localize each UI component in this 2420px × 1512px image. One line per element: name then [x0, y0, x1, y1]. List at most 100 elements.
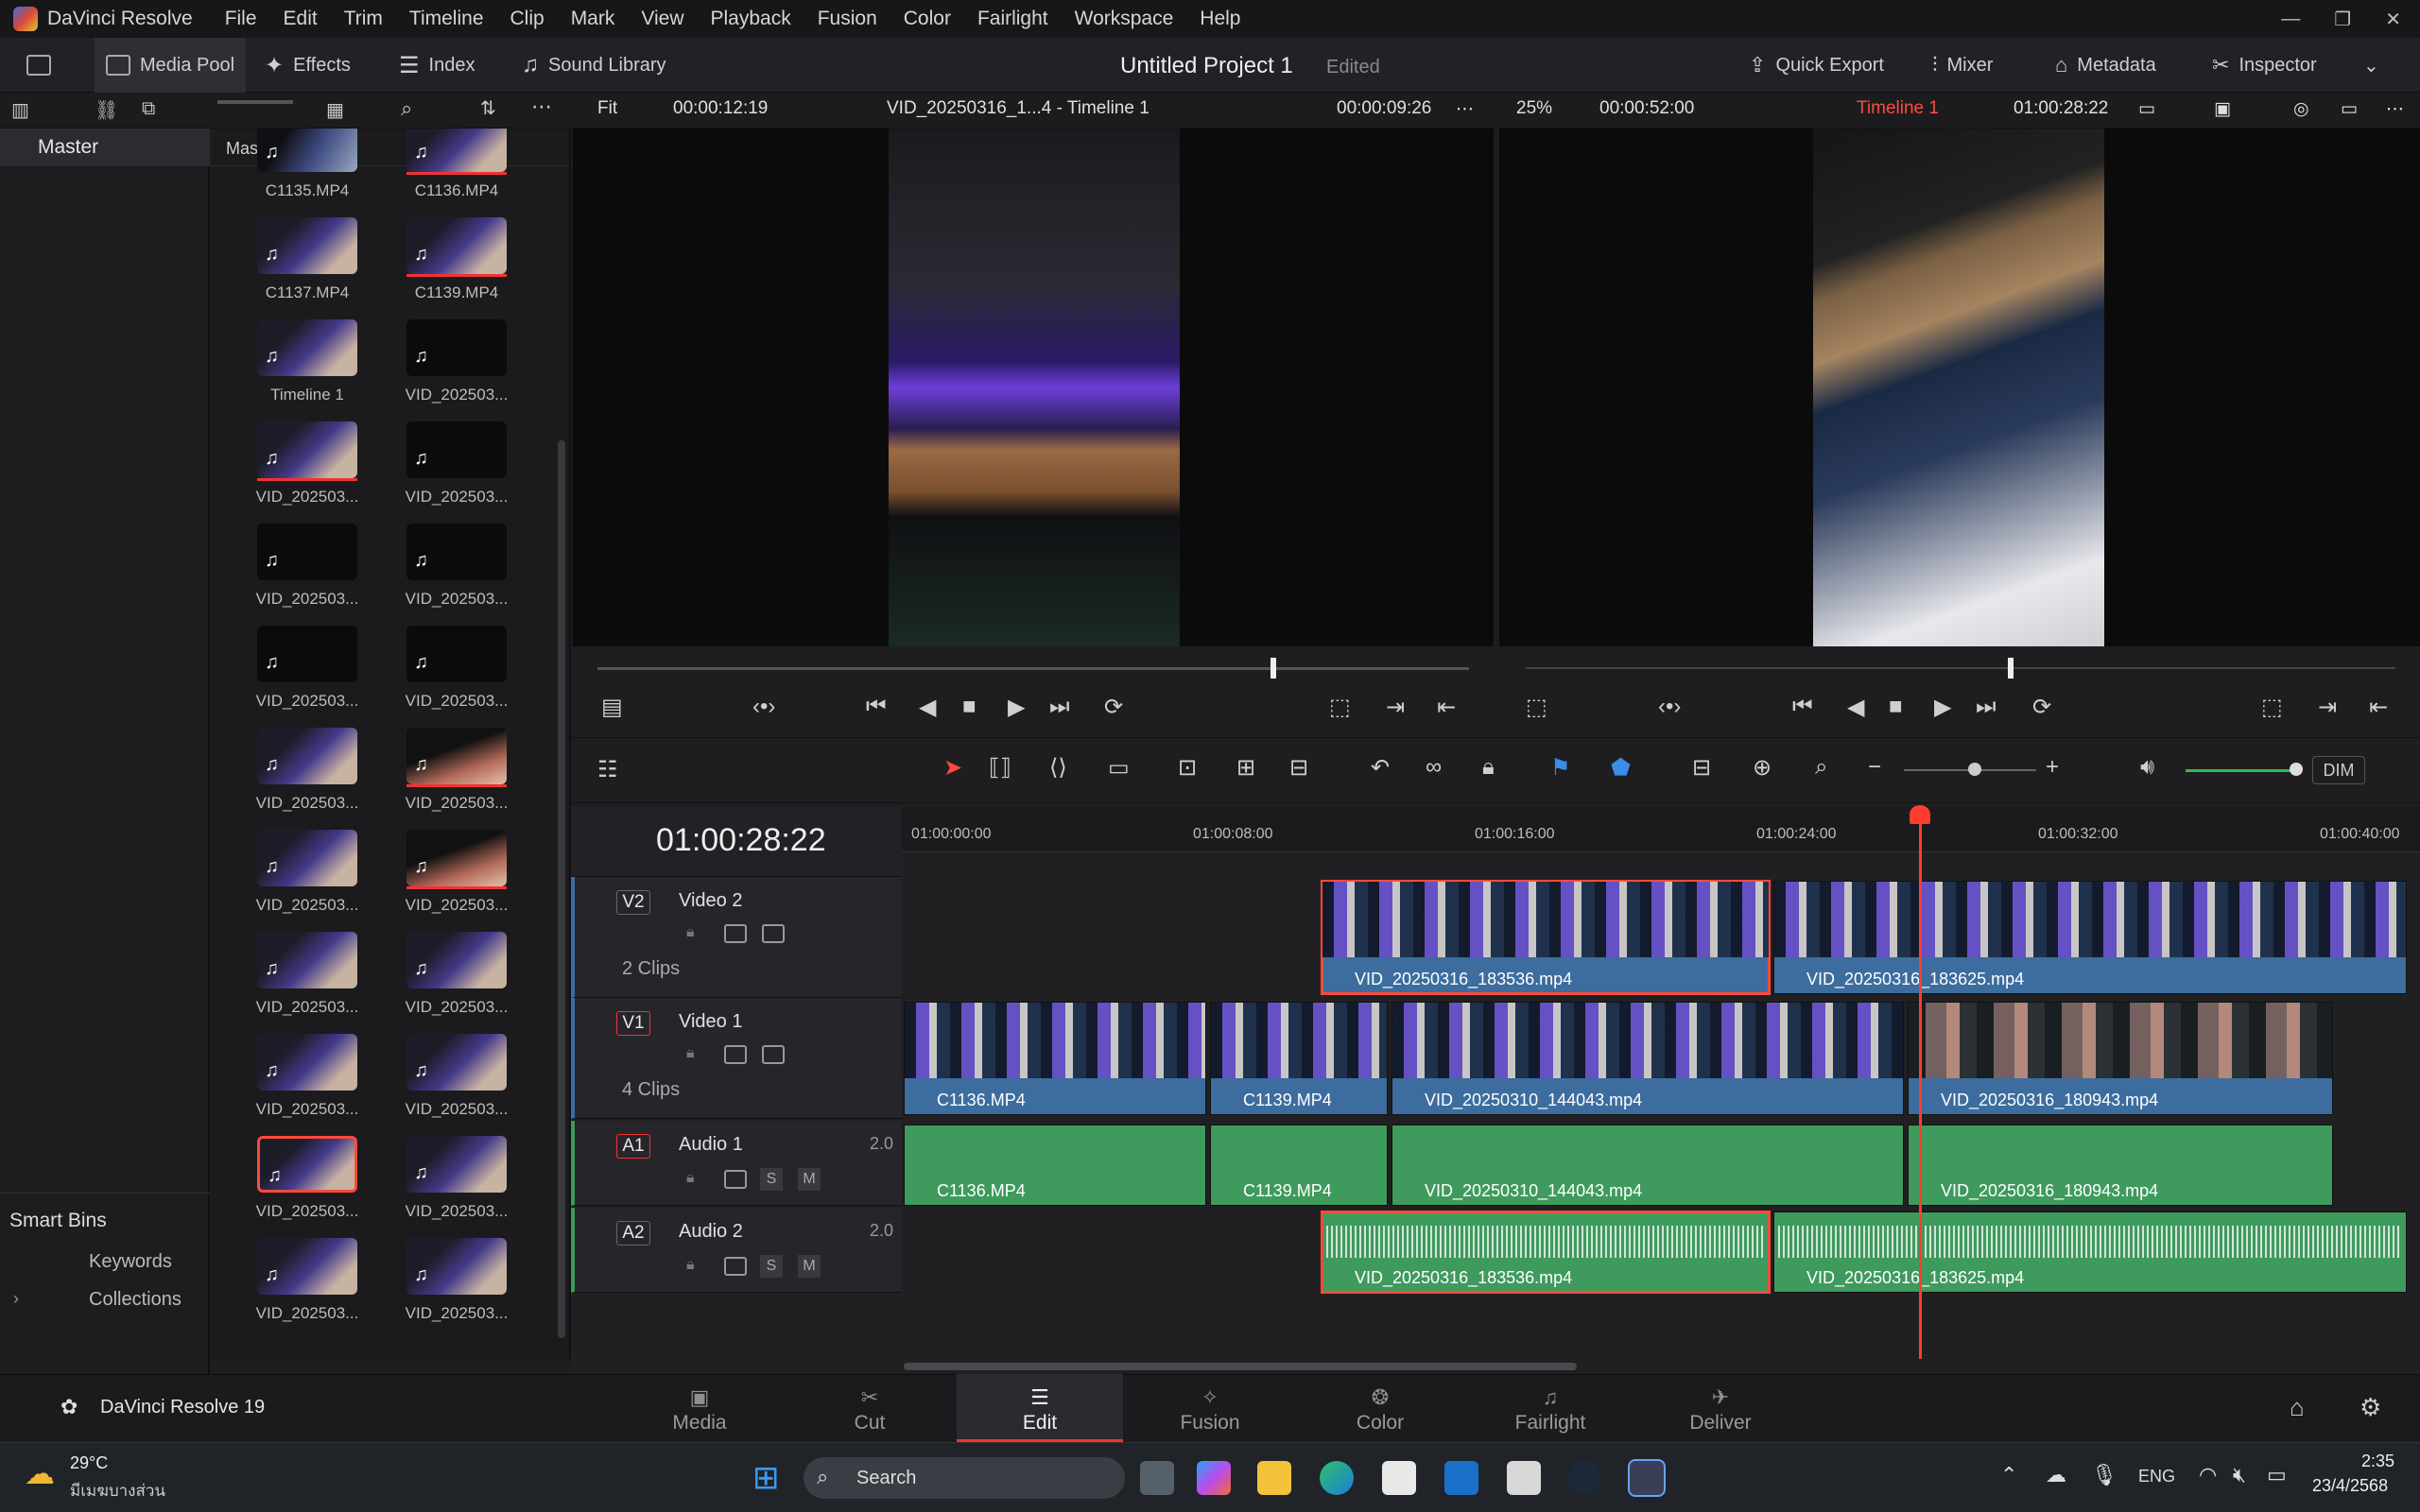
volume-slider[interactable]: [2186, 769, 2299, 772]
menu-mark[interactable]: Mark: [571, 8, 615, 30]
track-name[interactable]: Video 1: [679, 1011, 742, 1033]
page-tab-deliver[interactable]: ✈ Deliver: [1637, 1374, 1804, 1442]
more-options-icon[interactable]: ⋯: [531, 94, 552, 119]
chevron-up-icon[interactable]: ⌃: [2000, 1463, 2017, 1487]
page-tab-fusion[interactable]: ✧ Fusion: [1127, 1374, 1293, 1442]
pool-clip[interactable]: ♫ VID_202503...: [255, 728, 359, 816]
snipping-tool-icon[interactable]: [1507, 1461, 1541, 1495]
hq-icon[interactable]: ▣: [2214, 98, 2231, 120]
play-icon[interactable]: ▶: [1008, 694, 1025, 721]
copilot-icon[interactable]: [1197, 1461, 1231, 1495]
media-pool-button[interactable]: Media Pool: [95, 38, 247, 93]
timeline-zoom-handle[interactable]: [1968, 763, 1981, 776]
timeline-clip[interactable]: VID_20250316_183536.mp4: [1321, 880, 1771, 995]
davinci-resolve-taskbar-icon[interactable]: [1628, 1459, 1666, 1497]
pool-clip[interactable]: ♫ Timeline 1: [255, 319, 359, 408]
lock-icon[interactable]: 🔒︎: [686, 924, 695, 941]
menu-workspace[interactable]: Workspace: [1075, 8, 1174, 30]
pool-clip[interactable]: ♫ C1135.MP4: [255, 129, 359, 204]
source-scrubber-handle[interactable]: [1270, 658, 1276, 679]
master-bin[interactable]: Master: [0, 129, 210, 166]
linked-selection-icon[interactable]: ∞: [1426, 754, 1442, 781]
pool-clip[interactable]: ♫ VID_202503...: [405, 421, 509, 510]
flag-icon[interactable]: ⚑: [1550, 754, 1571, 782]
track-header-a2[interactable]: A2 Audio 2 2.0 🔒︎ S M: [571, 1208, 902, 1293]
tl-go-to-start-icon[interactable]: ⏮: [1792, 694, 1813, 720]
lock-icon[interactable]: 🔒︎: [686, 1045, 695, 1062]
source-more-icon[interactable]: ⋯: [1456, 98, 1474, 120]
keywords-bin[interactable]: Keywords: [89, 1251, 172, 1273]
zoom-out-icon[interactable]: −: [1868, 754, 1881, 781]
track-id[interactable]: V2: [616, 890, 650, 915]
audio-clip[interactable]: VID_20250310_144043.mp4: [1392, 1125, 1904, 1206]
pool-clip[interactable]: ♫ VID_202503...: [405, 319, 509, 408]
menu-view[interactable]: View: [641, 8, 683, 30]
track-id[interactable]: A2: [616, 1221, 650, 1246]
timeline-scrollbar[interactable]: [904, 1363, 1577, 1370]
pool-clip[interactable]: ♫ VID_202503...: [405, 1136, 509, 1225]
file-explorer-icon[interactable]: [1257, 1461, 1291, 1495]
track-name[interactable]: Audio 1: [679, 1134, 743, 1156]
dim-button[interactable]: DIM: [2312, 756, 2365, 784]
source-view-options-icon[interactable]: ▤: [601, 694, 623, 721]
audio-clip[interactable]: VID_20250316_183625.mp4: [1773, 1211, 2407, 1293]
timeline-ruler[interactable]: [902, 807, 2420, 852]
timeline-view-options-icon[interactable]: ⬚: [1526, 694, 1547, 721]
overwrite-clip-icon[interactable]: ⊞: [1236, 754, 1255, 782]
volume-handle[interactable]: [2290, 763, 2303, 776]
cloud-icon[interactable]: ☁: [2046, 1463, 2066, 1487]
edge-browser-icon[interactable]: [1320, 1461, 1354, 1495]
auto-select-icon[interactable]: [724, 924, 747, 943]
track-header-v1[interactable]: V1 Video 1 🔒︎ 4 Clips: [571, 998, 902, 1119]
go-to-end-icon[interactable]: ⏭: [1049, 694, 1070, 720]
playhead[interactable]: [1919, 809, 1922, 1359]
tl-mark-in-icon[interactable]: ⇥: [2318, 694, 2337, 721]
pool-clip[interactable]: ♫ C1136.MP4: [405, 129, 509, 204]
sound-library-button[interactable]: ♫ Sound Library: [522, 38, 666, 93]
viewer-mode-icon[interactable]: ▭: [2138, 98, 2155, 120]
insert-clip-icon[interactable]: ⊡: [1178, 754, 1197, 782]
windows-start-icon[interactable]: ⊞: [752, 1459, 780, 1497]
pool-clip[interactable]: ♫ C1137.MP4: [255, 217, 359, 306]
page-tab-color[interactable]: ❂ Color: [1297, 1374, 1463, 1442]
expand-button[interactable]: ⌄: [2363, 38, 2379, 93]
tl-match-frame-icon[interactable]: ⬚: [2261, 694, 2283, 721]
viewer-more-icon[interactable]: ⋯: [2386, 98, 2404, 120]
tl-stop-icon[interactable]: ■: [1889, 694, 1903, 720]
page-tab-fairlight[interactable]: ♫ Fairlight: [1467, 1374, 1634, 1442]
tl-play-icon[interactable]: ▶: [1934, 694, 1951, 721]
link-icon[interactable]: ⛓: [95, 98, 118, 122]
menu-fairlight[interactable]: Fairlight: [977, 8, 1048, 30]
menu-clip[interactable]: Clip: [510, 8, 544, 30]
tl-loop-icon[interactable]: ⟳: [2032, 694, 2051, 721]
mark-out-icon[interactable]: ⇤: [1437, 694, 1456, 721]
lock-icon[interactable]: 🔒︎: [686, 1170, 695, 1187]
menu-timeline[interactable]: Timeline: [409, 8, 484, 30]
mixer-button[interactable]: ⫶ Mixer: [1932, 38, 1993, 93]
mark-in-icon[interactable]: ⇥: [1386, 694, 1405, 721]
page-tab-edit[interactable]: ☰ Edit: [957, 1374, 1123, 1442]
track-name[interactable]: Video 2: [679, 890, 742, 912]
outlook-icon[interactable]: [1444, 1461, 1478, 1495]
pool-clip[interactable]: ♫ VID_202503...: [255, 932, 359, 1021]
restore-icon[interactable]: ❐: [2334, 8, 2351, 31]
taskbar-search-box[interactable]: ⌕ Search: [804, 1457, 1125, 1499]
mute-button[interactable]: M: [798, 1255, 821, 1278]
steam-icon[interactable]: [1567, 1461, 1601, 1495]
track-visibility-icon[interactable]: [762, 1045, 785, 1064]
tl-play-reverse-icon[interactable]: ◀: [1847, 694, 1864, 721]
page-tab-media[interactable]: ▣ Media: [616, 1374, 783, 1442]
color-wheel-icon[interactable]: ◎: [2293, 98, 2309, 120]
snapping-icon[interactable]: ↶: [1371, 754, 1390, 782]
zoom-full-icon[interactable]: ⊟: [1692, 754, 1711, 782]
clock-time[interactable]: 2:35: [2361, 1452, 2394, 1471]
zoom-in-icon[interactable]: +: [2046, 754, 2059, 781]
audio-clip[interactable]: C1139.MP4: [1210, 1125, 1388, 1206]
timeline-zoom[interactable]: 25%: [1516, 98, 1552, 119]
dynamic-trim-icon[interactable]: ⟨⟩: [1049, 754, 1067, 782]
store-icon[interactable]: [1382, 1461, 1416, 1495]
go-to-start-icon[interactable]: ⏮: [866, 694, 887, 720]
pool-clip[interactable]: ♫ VID_202503...: [405, 524, 509, 612]
pool-clip[interactable]: ♫ VID_202503...: [255, 524, 359, 612]
timeline-viewer[interactable]: [1499, 129, 2420, 646]
